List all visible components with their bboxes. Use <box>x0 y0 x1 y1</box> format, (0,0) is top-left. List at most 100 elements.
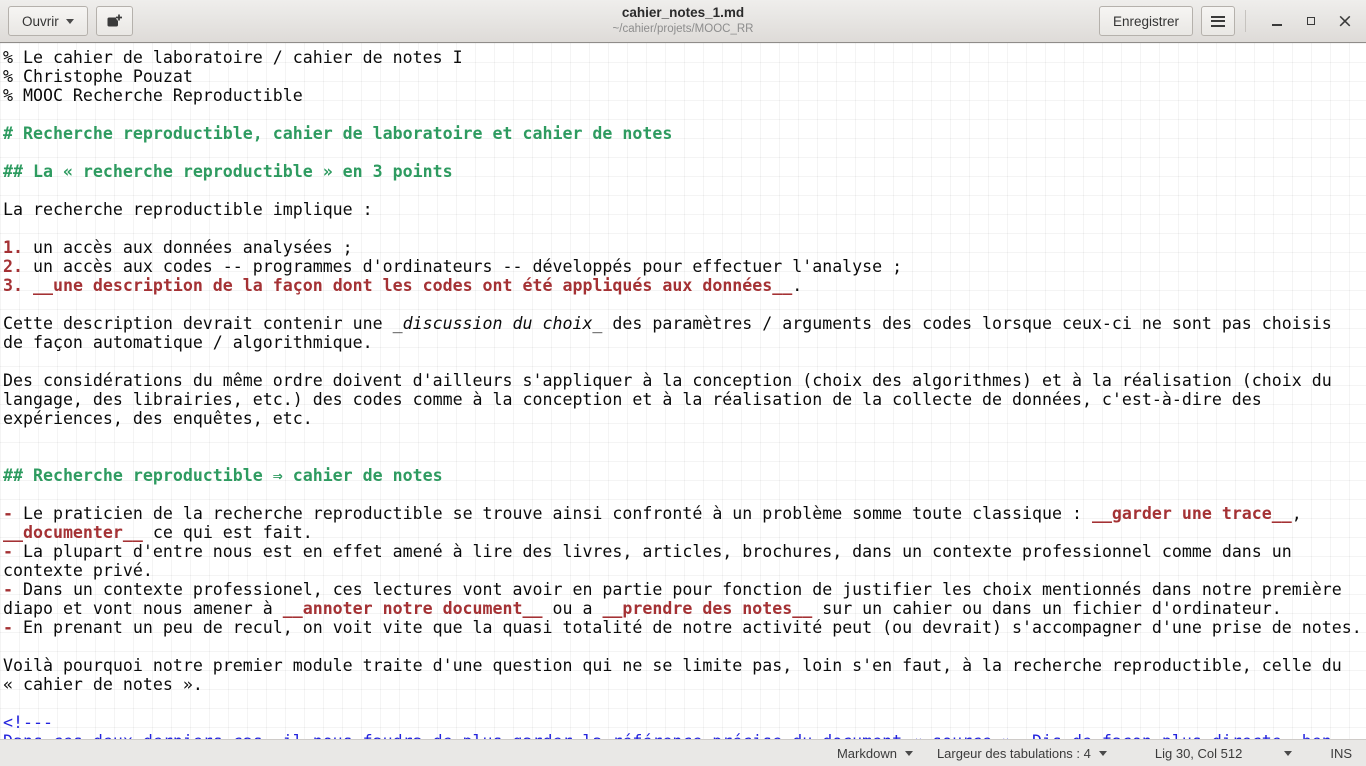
editor-line[interactable]: 1. un accès aux données analysées ; <box>3 238 1366 257</box>
editor-text-segment: __une description de la façon dont les c… <box>33 276 792 295</box>
chevron-down-icon <box>1284 751 1292 756</box>
text-editor-area[interactable]: % Le cahier de laboratoire / cahier de n… <box>0 43 1366 739</box>
editor-text-segment: sur un cahier ou dans un fichier d'ordin… <box>812 599 1282 618</box>
restore-icon <box>1307 17 1315 25</box>
editor-line[interactable] <box>3 637 1366 656</box>
editor-text-segment: - <box>3 580 13 599</box>
editor-line[interactable] <box>3 447 1366 466</box>
editor-line[interactable]: ## La « recherche reproductible » en 3 p… <box>3 162 1366 181</box>
editor-text-segment: 1. <box>3 238 23 257</box>
editor-text-segment: ou a <box>542 599 602 618</box>
close-icon: × <box>1337 12 1353 31</box>
cursor-position-selector[interactable]: Lig 30, Col 512 <box>1155 746 1292 761</box>
editor-text-segment: - <box>3 542 13 561</box>
editor-line[interactable]: diapo et vont nous amener à __annoter no… <box>3 599 1366 618</box>
editor-line[interactable] <box>3 485 1366 504</box>
editor-text-segment: un accès aux codes -- programmes d'ordin… <box>23 257 902 276</box>
minimize-button[interactable] <box>1264 8 1290 34</box>
open-button[interactable]: Ouvrir <box>8 6 88 36</box>
editor-text-segment: __garder une trace__ <box>1092 504 1292 523</box>
editor-line[interactable] <box>3 352 1366 371</box>
editor-line[interactable]: % MOOC Recherche Reproductible <box>3 86 1366 105</box>
editor-line[interactable]: Voilà pourquoi notre premier module trai… <box>3 656 1366 675</box>
editor-text-segment: __prendre des notes__ <box>602 599 812 618</box>
editor-line[interactable]: <!--- <box>3 713 1366 732</box>
editor-line[interactable]: 3. __une description de la façon dont le… <box>3 276 1366 295</box>
menu-button[interactable] <box>1201 6 1235 36</box>
close-button[interactable]: × <box>1332 8 1358 34</box>
editor-text-segment: <!--- <box>3 713 53 732</box>
editor-line[interactable]: - La plupart d'entre nous est en effet a… <box>3 542 1366 561</box>
editor-text-segment: % Christophe Pouzat <box>3 67 193 86</box>
editor-line[interactable]: Cette description devrait contenir une _… <box>3 314 1366 333</box>
save-button[interactable]: Enregistrer <box>1099 6 1193 36</box>
editor-lines: % Le cahier de laboratoire / cahier de n… <box>3 48 1366 739</box>
hamburger-icon <box>1211 16 1225 27</box>
editor-text-segment: - <box>3 504 13 523</box>
editor-text-segment: # Recherche reproductible, cahier de lab… <box>3 124 672 143</box>
chevron-down-icon <box>905 751 913 756</box>
document-title: cahier_notes_1.md <box>613 5 754 22</box>
editor-line[interactable] <box>3 219 1366 238</box>
editor-line[interactable]: Dans ces deux derniers cas, il nous faud… <box>3 732 1366 739</box>
status-bar: Markdown Largeur des tabulations : 4 Lig… <box>0 739 1366 766</box>
tab-width-label: Largeur des tabulations : 4 <box>937 746 1091 761</box>
editor-line[interactable]: __documenter__ ce qui est fait. <box>3 523 1366 542</box>
editor-line[interactable]: 2. un accès aux codes -- programmes d'or… <box>3 257 1366 276</box>
restore-button[interactable] <box>1298 8 1324 34</box>
editor-text-segment: ce qui est fait. <box>143 523 313 542</box>
editor-text-segment: , <box>1292 504 1302 523</box>
editor-text-segment: ## Recherche reproductible ⇒ cahier de n… <box>3 466 443 485</box>
insert-mode-label: INS <box>1330 746 1352 761</box>
language-label: Markdown <box>837 746 897 761</box>
chevron-down-icon <box>66 19 74 24</box>
editor-line[interactable]: % Christophe Pouzat <box>3 67 1366 86</box>
editor-line[interactable]: expériences, des enquêtes, etc. <box>3 409 1366 428</box>
editor-text-segment: En prenant un peu de recul, on voit vite… <box>13 618 1362 637</box>
editor-line[interactable] <box>3 181 1366 200</box>
editor-text-segment: un accès aux données analysées ; <box>23 238 353 257</box>
editor-text-segment: Des considérations du même ordre doivent… <box>3 371 1332 390</box>
editor-text-segment: 3. <box>3 276 23 295</box>
new-tab-button[interactable] <box>96 6 133 36</box>
insert-mode-indicator: INS <box>1330 746 1352 761</box>
editor-line[interactable] <box>3 428 1366 447</box>
editor-text-segment <box>23 276 33 295</box>
editor-text-segment: _discussion du choix_ <box>393 314 603 333</box>
chevron-down-icon <box>1099 751 1107 756</box>
editor-line[interactable]: La recherche reproductible implique : <box>3 200 1366 219</box>
editor-line[interactable] <box>3 295 1366 314</box>
editor-line[interactable]: - Dans un contexte professionel, ces lec… <box>3 580 1366 599</box>
editor-text-segment: __annoter notre document__ <box>283 599 543 618</box>
save-button-label: Enregistrer <box>1113 14 1179 29</box>
header-bar: Ouvrir cahier_notes_1.md ~/cahier/projet… <box>0 0 1366 43</box>
editor-line[interactable]: contexte privé. <box>3 561 1366 580</box>
editor-line[interactable] <box>3 694 1366 713</box>
editor-line[interactable]: % Le cahier de laboratoire / cahier de n… <box>3 48 1366 67</box>
editor-text-segment: « cahier de notes ». <box>3 675 203 694</box>
editor-text-segment: % MOOC Recherche Reproductible <box>3 86 303 105</box>
editor-line[interactable]: - En prenant un peu de recul, on voit vi… <box>3 618 1366 637</box>
editor-line[interactable] <box>3 143 1366 162</box>
editor-line[interactable]: « cahier de notes ». <box>3 675 1366 694</box>
open-button-label: Ouvrir <box>22 14 59 29</box>
window-title-block: cahier_notes_1.md ~/cahier/projets/MOOC_… <box>613 5 754 36</box>
editor-line[interactable]: ## Recherche reproductible ⇒ cahier de n… <box>3 466 1366 485</box>
editor-line[interactable]: langage, des librairies, etc.) des codes… <box>3 390 1366 409</box>
document-path: ~/cahier/projets/MOOC_RR <box>613 22 754 36</box>
editor-text-segment: diapo et vont nous amener à <box>3 599 283 618</box>
tab-width-selector[interactable]: Largeur des tabulations : 4 <box>937 746 1107 761</box>
editor-text-segment: langage, des librairies, etc.) des codes… <box>3 390 1262 409</box>
editor-text-segment: des paramètres / arguments des codes lor… <box>602 314 1331 333</box>
editor-line[interactable]: Des considérations du même ordre doivent… <box>3 371 1366 390</box>
editor-text-segment: Dans un contexte professionel, ces lectu… <box>13 580 1342 599</box>
editor-text-segment: de façon automatique / algorithmique. <box>3 333 373 352</box>
editor-text-segment: La recherche reproductible implique : <box>3 200 373 219</box>
editor-text-segment: Cette description devrait contenir une <box>3 314 393 333</box>
editor-line[interactable]: - Le praticien de la recherche reproduct… <box>3 504 1366 523</box>
editor-line[interactable] <box>3 105 1366 124</box>
language-selector[interactable]: Markdown <box>837 746 913 761</box>
editor-line[interactable]: # Recherche reproductible, cahier de lab… <box>3 124 1366 143</box>
editor-line[interactable]: de façon automatique / algorithmique. <box>3 333 1366 352</box>
editor-text-segment: 2. <box>3 257 23 276</box>
